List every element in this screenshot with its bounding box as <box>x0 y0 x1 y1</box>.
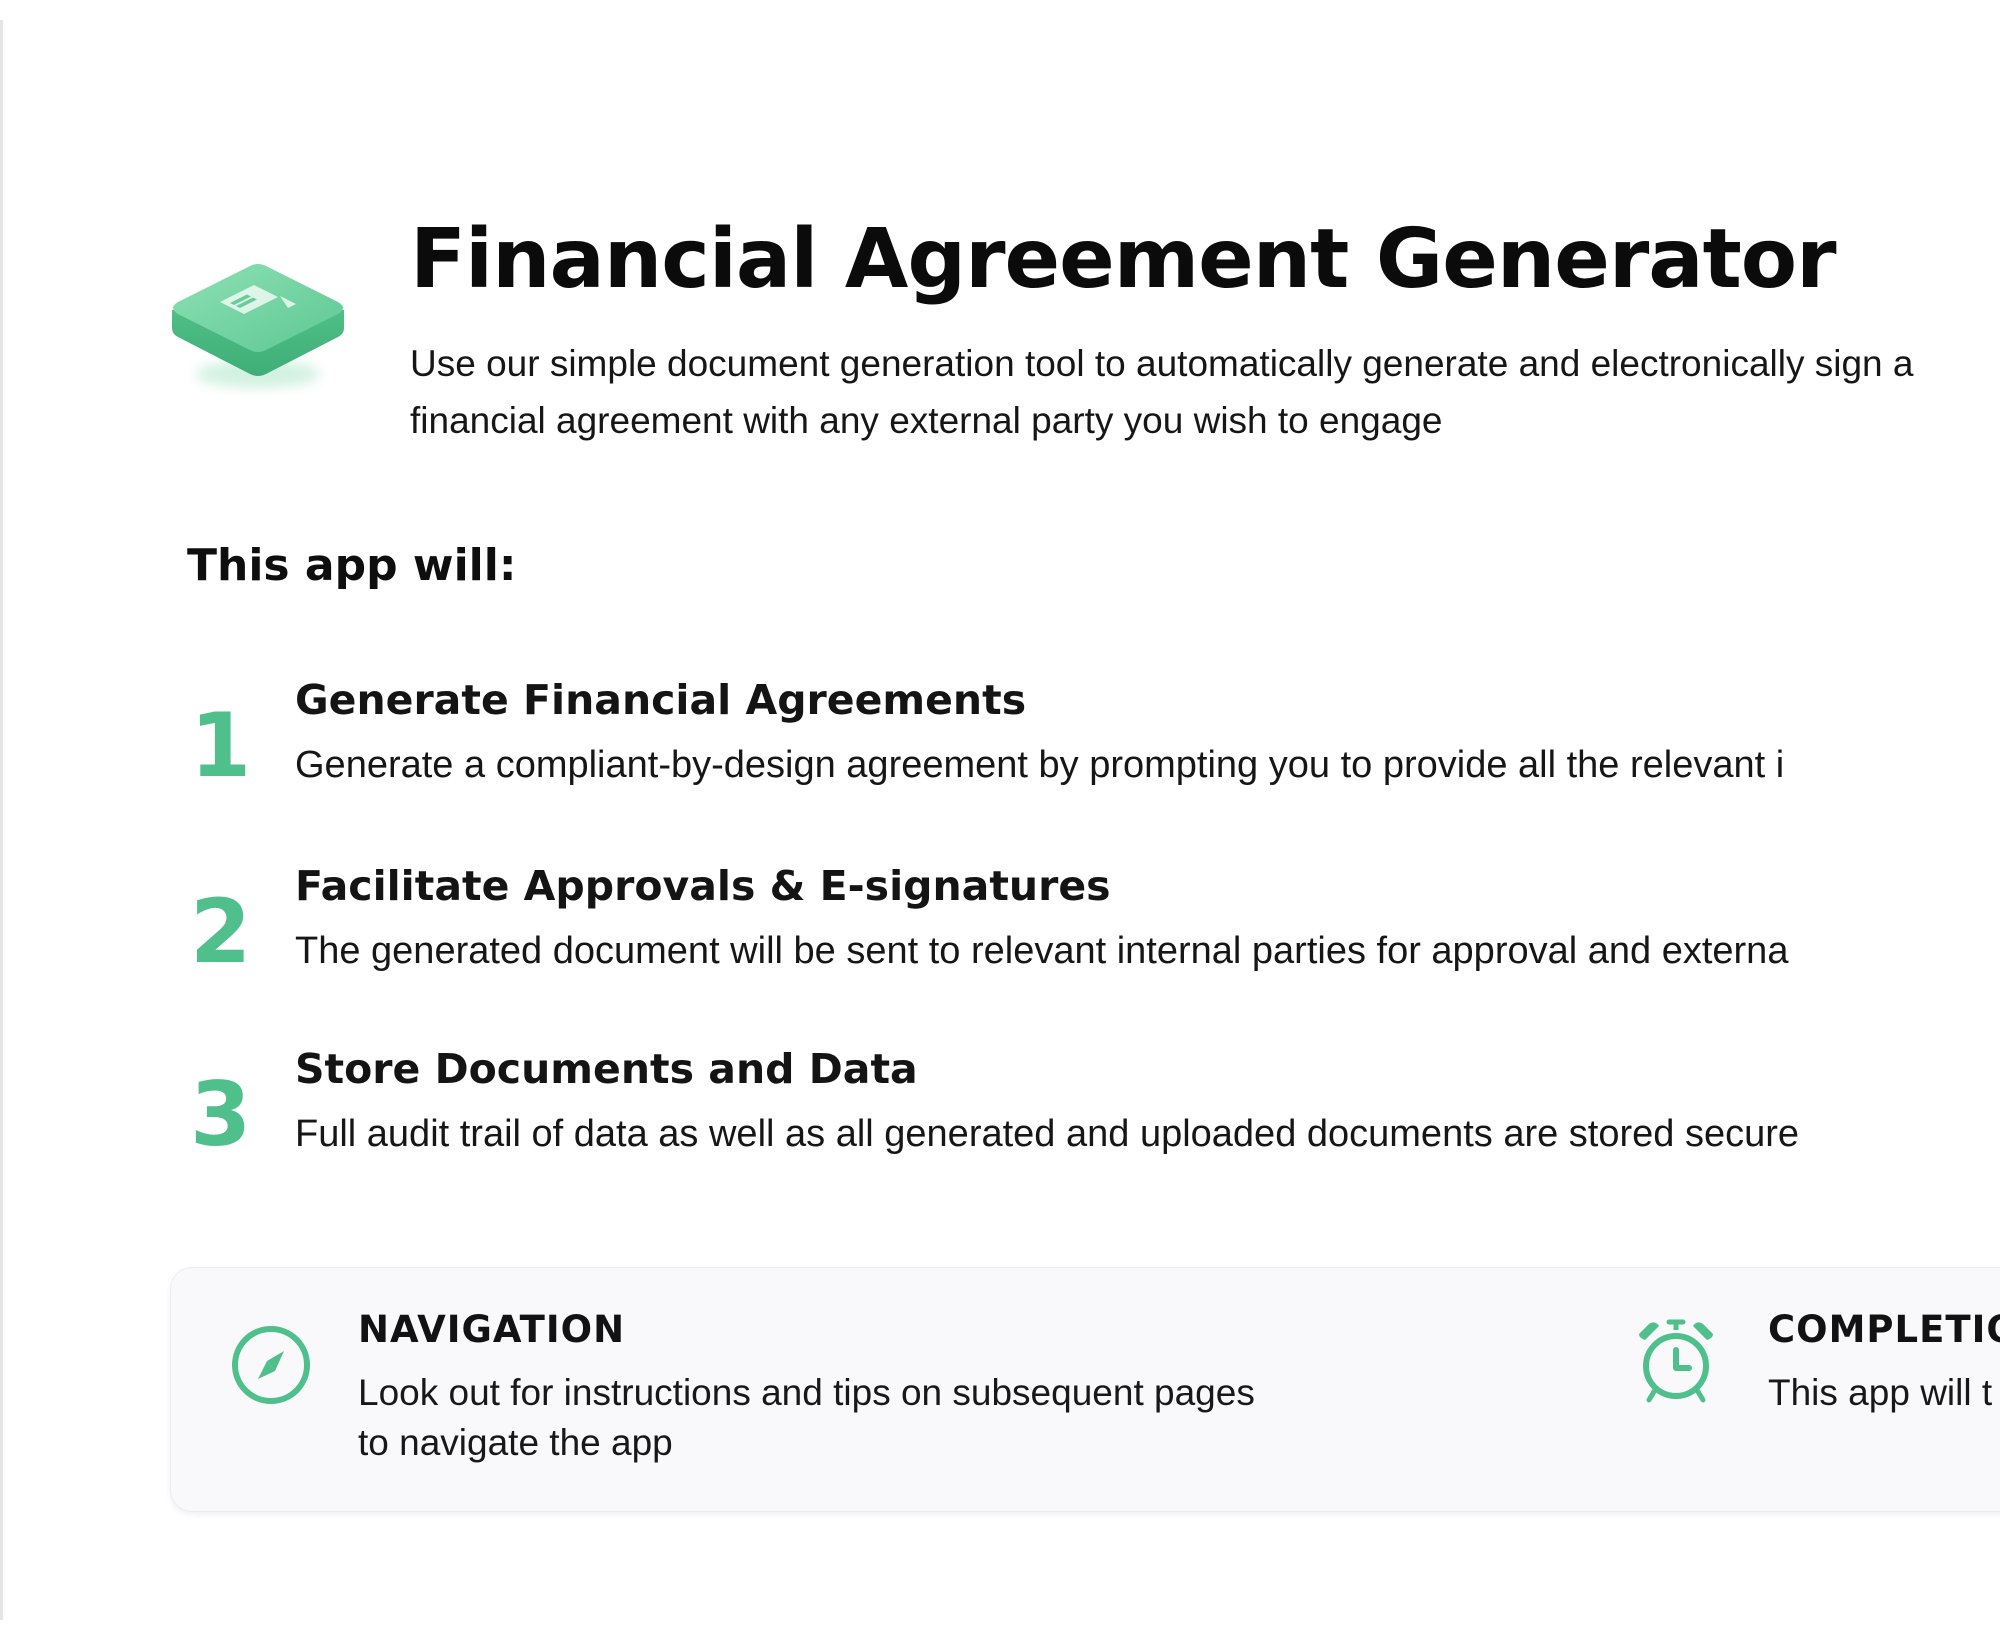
document-tile-icon <box>172 264 344 388</box>
left-border <box>0 20 3 1620</box>
step-title: Facilitate Approvals & E-signatures <box>295 862 1111 910</box>
step-description: Generate a compliant-by-design agreement… <box>295 744 1785 786</box>
step-description: Full audit trail of data as well as all … <box>295 1113 1800 1155</box>
completion-title: COMPLETION <box>1768 1308 2000 1351</box>
navigation-title: NAVIGATION <box>358 1308 626 1351</box>
feature-step-1: 1 Generate Financial Agreements Generate… <box>0 676 2000 816</box>
features-heading: This app will: <box>187 540 517 591</box>
step-description: The generated document will be sent to r… <box>295 930 1789 972</box>
navigation-text: Look out for instructions and tips on su… <box>358 1372 1255 1463</box>
feature-step-2: 2 Facilitate Approvals & E-signatures Th… <box>0 862 2000 1002</box>
page-subtitle: Use our simple document generation tool … <box>410 343 1914 441</box>
alarm-clock-icon <box>1639 1319 1713 1403</box>
completion-text: This app will t <box>1768 1372 1993 1413</box>
step-title: Generate Financial Agreements <box>295 676 1027 724</box>
app-intro-page: Financial Agreement Generator Use our si… <box>0 0 2000 1645</box>
page-title: Financial Agreement Generator <box>410 212 1837 307</box>
step-number: 3 <box>190 1063 252 1166</box>
info-panel: NAVIGATION Look out for instructions and… <box>170 1267 2000 1512</box>
step-title: Store Documents and Data <box>295 1045 918 1093</box>
feature-step-3: 3 Store Documents and Data Full audit tr… <box>0 1045 2000 1185</box>
step-number: 1 <box>190 694 252 797</box>
step-number: 2 <box>190 880 252 983</box>
compass-icon <box>232 1326 310 1404</box>
